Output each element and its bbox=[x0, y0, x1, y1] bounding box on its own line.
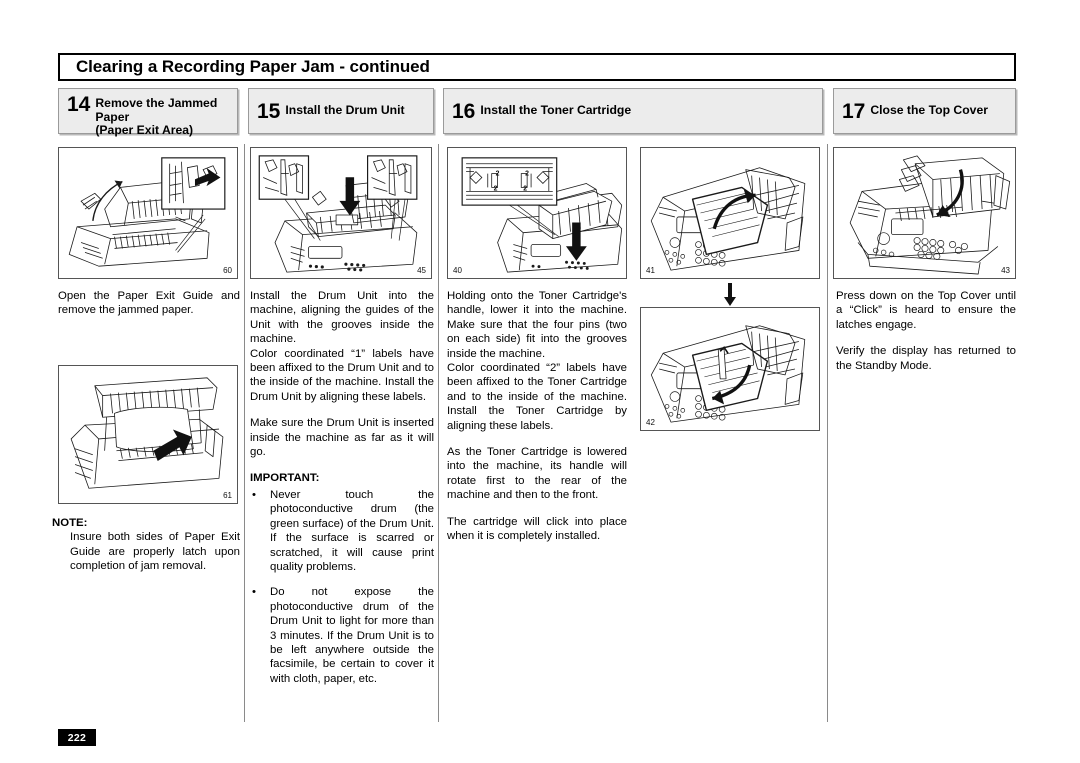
bullet-dot-icon: • bbox=[252, 488, 256, 501]
important-bullet-2: • Do not expose the photoconductive drum… bbox=[250, 585, 434, 686]
figure-60: 60 bbox=[58, 147, 238, 279]
svg-text:2: 2 bbox=[496, 171, 500, 178]
step-label-17: Close the Top Cover bbox=[870, 103, 988, 118]
sequence-down-arrow-icon bbox=[724, 283, 736, 306]
step-number-14: 14 bbox=[67, 93, 91, 116]
figure-number-42: 42 bbox=[646, 418, 655, 427]
close-top-cover-icon bbox=[849, 155, 1011, 275]
svg-text:2: 2 bbox=[494, 185, 498, 192]
figure-60-inset bbox=[161, 157, 226, 210]
step-15-paragraph-3: Make sure the Drum Unit is inserted insi… bbox=[250, 417, 434, 459]
important-bullet-1: • Never touch the photoconductive drum (… bbox=[250, 488, 434, 574]
figure-40: 2 2 2 2 40 bbox=[447, 147, 627, 279]
step-label-14: Remove the Jammed Paper (Paper Exit Area… bbox=[95, 96, 218, 138]
step-label-16: Install the Toner Cartridge bbox=[480, 103, 632, 118]
jammed-paper-removal-icon bbox=[70, 377, 224, 489]
manual-page: Clearing a Recording Paper Jam - continu… bbox=[0, 0, 1080, 763]
drum-unit-install-icon bbox=[258, 155, 418, 273]
important-bullet-list: • Never touch the photoconductive drum (… bbox=[250, 488, 434, 686]
column-divider-2 bbox=[438, 144, 439, 722]
figure-number-60: 60 bbox=[223, 266, 232, 275]
figure-45-inset-right bbox=[367, 155, 418, 200]
svg-text:2: 2 bbox=[523, 185, 527, 192]
step-17-paragraph-1: Press down on the Top Cover until a “Cli… bbox=[836, 290, 1016, 331]
figure-number-61: 61 bbox=[223, 491, 232, 500]
svg-text:2: 2 bbox=[525, 171, 529, 178]
note-text: Insure both sides of Paper Exit Guide ar… bbox=[70, 531, 240, 573]
step-15-body: Install the Drum Unit into the machine, … bbox=[250, 289, 434, 686]
page-title-bar: Clearing a Recording Paper Jam - continu… bbox=[58, 53, 1016, 81]
step-16-paragraph-3: As the Toner Cartridge is lowered into t… bbox=[447, 446, 627, 502]
figure-40-inset: 2 2 2 2 bbox=[461, 157, 558, 206]
important-label: IMPORTANT: bbox=[250, 472, 320, 485]
figure-45-inset-left bbox=[258, 155, 310, 200]
step-16-paragraph-1: Holding onto the Toner Cartridge's handl… bbox=[447, 290, 627, 360]
important-bullet-1-text: Never touch the photoconductive drum (th… bbox=[270, 488, 434, 573]
figure-61: 61 bbox=[58, 365, 238, 504]
figure-45: 45 bbox=[250, 147, 432, 279]
figure-number-40: 40 bbox=[453, 266, 462, 275]
page-number-badge: 222 bbox=[58, 729, 96, 746]
step-16-paragraph-4: The cartridge will click into place when… bbox=[447, 515, 627, 543]
bullet-dot-icon: • bbox=[252, 586, 256, 599]
fuser-paper-exit-guide-icon bbox=[68, 157, 226, 267]
step-15-paragraph-1: Install the Drum Unit into the machine, … bbox=[250, 290, 434, 346]
step-14-note: NOTE: Insure both sides of Paper Exit Gu… bbox=[48, 516, 240, 574]
important-bullet-2-text: Do not expose the photoconductive drum o… bbox=[270, 586, 434, 685]
step-header-14: 14 Remove the Jammed Paper (Paper Exit A… bbox=[58, 88, 238, 137]
figure-number-41: 41 bbox=[646, 266, 655, 275]
toner-handle-rotate-front-icon bbox=[650, 325, 806, 423]
step-17-body: Press down on the Top Cover until a “Cli… bbox=[836, 289, 1016, 373]
step-label-15: Install the Drum Unit bbox=[285, 103, 405, 118]
step-14-body: Open the Paper Exit Guide and remove the… bbox=[58, 289, 240, 318]
figure-number-45: 45 bbox=[417, 266, 426, 275]
step-header-16: 16 Install the Toner Cartridge bbox=[443, 88, 823, 134]
step-header-17: 17 Close the Top Cover bbox=[833, 88, 1016, 134]
step-16-body: Holding onto the Toner Cartridge's handl… bbox=[447, 289, 627, 544]
page-title: Clearing a Recording Paper Jam - continu… bbox=[76, 57, 430, 76]
step-16-paragraph-2: Color coordinated “2” labels have been a… bbox=[447, 362, 627, 432]
note-label: NOTE: bbox=[52, 517, 88, 529]
figure-41: 41 bbox=[640, 147, 820, 279]
step-15-paragraph-2: Color coordinated “1” labels have been a… bbox=[250, 347, 434, 403]
step-14-paragraph-1: Open the Paper Exit Guide and remove the… bbox=[58, 290, 240, 317]
toner-handle-rotate-rear-icon bbox=[650, 167, 806, 271]
column-divider-1 bbox=[244, 144, 245, 722]
column-divider-3 bbox=[827, 144, 828, 722]
step-header-15: 15 Install the Drum Unit bbox=[248, 88, 434, 134]
figure-42: 42 bbox=[640, 307, 820, 431]
figure-43: 43 bbox=[833, 147, 1016, 279]
step-number-15: 15 bbox=[257, 99, 281, 123]
figure-number-43: 43 bbox=[1001, 266, 1010, 275]
toner-cartridge-lowering-icon: 2 2 2 2 bbox=[461, 157, 623, 273]
step-number-16: 16 bbox=[452, 99, 476, 123]
step-number-17: 17 bbox=[842, 99, 866, 123]
step-17-paragraph-2: Verify the display has returned to the S… bbox=[836, 345, 1016, 372]
